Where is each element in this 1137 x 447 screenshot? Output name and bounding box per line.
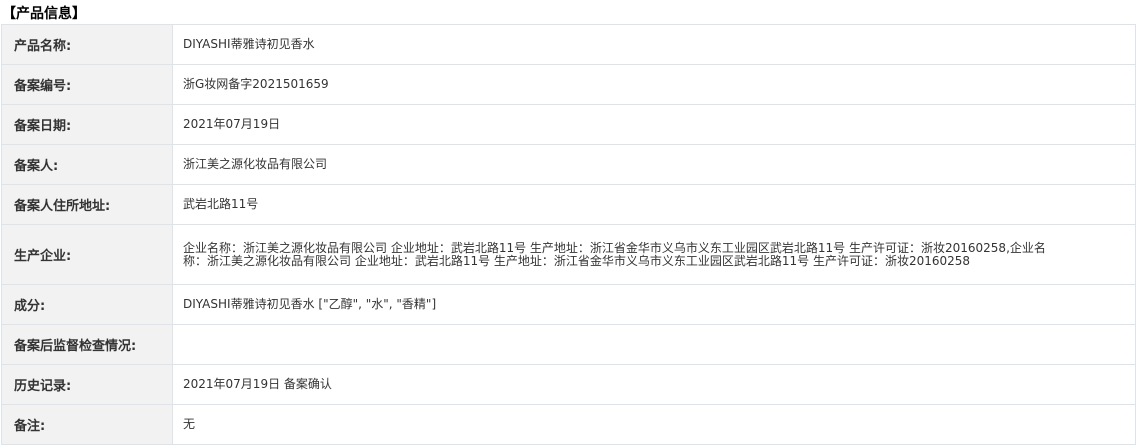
- value-inspection: [172, 324, 1136, 365]
- value-remarks: 无: [172, 404, 1136, 445]
- product-info-table: 产品名称: DIYASHI蒂雅诗初见香水 备案编号: 浙G妆网备字2021501…: [1, 24, 1136, 445]
- value-history: 2021年07月19日 备案确认: [172, 364, 1136, 405]
- table-row-history: 历史记录: 2021年07月19日 备案确认: [1, 364, 1136, 405]
- table-row-filing-number: 备案编号: 浙G妆网备字2021501659: [1, 64, 1136, 105]
- label-history: 历史记录:: [1, 364, 173, 405]
- value-filing-number: 浙G妆网备字2021501659: [172, 64, 1136, 105]
- value-filer-address: 武岩北路11号: [172, 184, 1136, 225]
- label-remarks: 备注:: [1, 404, 173, 445]
- label-manufacturer: 生产企业:: [1, 224, 173, 285]
- table-row-filer: 备案人: 浙江美之源化妆品有限公司: [1, 144, 1136, 185]
- label-ingredients: 成分:: [1, 284, 173, 325]
- table-row-filing-date: 备案日期: 2021年07月19日: [1, 104, 1136, 145]
- table-row-remarks: 备注: 无: [1, 404, 1136, 445]
- table-row-ingredients: 成分: DIYASHI蒂雅诗初见香水 ["乙醇", "水", "香精"]: [1, 284, 1136, 325]
- label-filer-address: 备案人住所地址:: [1, 184, 173, 225]
- label-product-name: 产品名称:: [1, 24, 173, 65]
- label-filing-number: 备案编号:: [1, 64, 173, 105]
- section-title: 【产品信息】: [2, 6, 86, 22]
- value-product-name: DIYASHI蒂雅诗初见香水: [172, 24, 1136, 65]
- value-filer: 浙江美之源化妆品有限公司: [172, 144, 1136, 185]
- label-inspection: 备案后监督检查情况:: [1, 324, 173, 365]
- value-filing-date: 2021年07月19日: [172, 104, 1136, 145]
- table-row-manufacturer: 生产企业: 企业名称：浙江美之源化妆品有限公司 企业地址：武岩北路11号 生产地…: [1, 224, 1136, 285]
- label-filer: 备案人:: [1, 144, 173, 185]
- label-filing-date: 备案日期:: [1, 104, 173, 145]
- value-ingredients: DIYASHI蒂雅诗初见香水 ["乙醇", "水", "香精"]: [172, 284, 1136, 325]
- table-row-product-name: 产品名称: DIYASHI蒂雅诗初见香水: [1, 24, 1136, 65]
- table-row-inspection: 备案后监督检查情况:: [1, 324, 1136, 365]
- table-row-filer-address: 备案人住所地址: 武岩北路11号: [1, 184, 1136, 225]
- value-manufacturer: 企业名称：浙江美之源化妆品有限公司 企业地址：武岩北路11号 生产地址：浙江省金…: [172, 224, 1136, 285]
